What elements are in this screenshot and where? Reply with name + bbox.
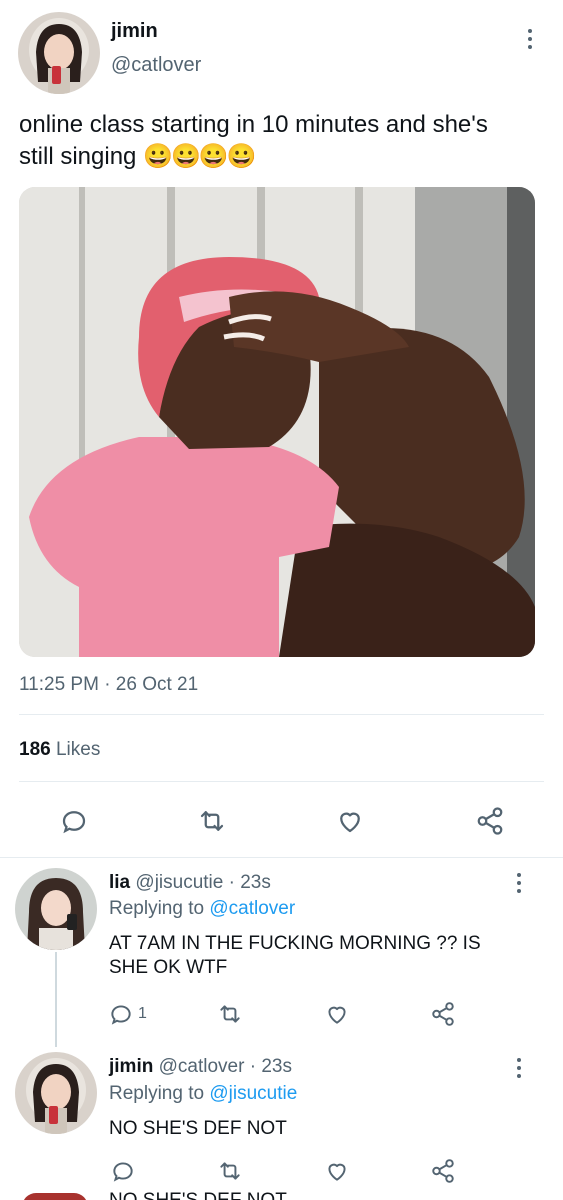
divider [19, 714, 544, 715]
reply-header: jimin @catlover · 23s [109, 1056, 292, 1078]
share-button[interactable] [473, 804, 507, 838]
replying-to-handle[interactable]: @catlover [209, 898, 295, 919]
thread-line [55, 952, 57, 1047]
retweet-icon [200, 811, 224, 831]
more-icon [528, 29, 532, 33]
replying-to: Replying to @jisucutie [109, 1083, 297, 1105]
share-button[interactable] [428, 1000, 458, 1028]
reply-name[interactable]: jimin [109, 1056, 153, 1077]
next-reply-text-partial: NO SHE'S DEF NOT [109, 1190, 287, 1200]
reply-name[interactable]: lia [109, 872, 130, 893]
reply-handle[interactable]: @jisucutie [135, 872, 223, 893]
retweet-button[interactable] [195, 804, 229, 838]
replying-to-handle[interactable]: @jisucutie [209, 1083, 297, 1104]
tweet-text-line2: still singing [19, 143, 137, 170]
share-icon [432, 1159, 454, 1183]
like-button[interactable] [322, 1157, 352, 1185]
reply-icon [111, 1005, 131, 1025]
reply-icon [113, 1162, 133, 1182]
like-button[interactable] [333, 804, 367, 838]
reply-text: AT 7AM IN THE FUCKING MORNING ?? IS SHE … [109, 933, 481, 978]
more-icon [517, 1058, 521, 1062]
reply-header: lia @jisucutie · 23s [109, 872, 271, 894]
divider [19, 781, 544, 782]
retweet-button[interactable] [215, 1000, 245, 1028]
reply-button[interactable] [108, 1157, 138, 1185]
likes-count: 186 [19, 739, 51, 760]
reply-count: 1 [138, 1005, 147, 1022]
share-icon [477, 807, 503, 835]
author-name[interactable]: jimin [111, 20, 158, 43]
like-button[interactable] [322, 1000, 352, 1028]
tweet-image[interactable] [19, 187, 535, 657]
author-handle[interactable]: @catlover [111, 54, 201, 77]
emoji-group: 😀😀😀😀 [143, 143, 257, 170]
more-options-button[interactable] [518, 24, 542, 54]
tweet-text: online class starting in 10 minutes and … [19, 109, 549, 173]
like-icon [328, 1006, 346, 1024]
more-icon [517, 873, 521, 877]
reply-text: NO SHE'S DEF NOT [109, 1118, 287, 1139]
reply-time[interactable]: · 23s [250, 1056, 292, 1077]
share-button[interactable] [428, 1157, 458, 1185]
replying-label: Replying to [109, 1083, 205, 1104]
retweet-icon [220, 1162, 240, 1180]
retweet-button[interactable] [215, 1157, 245, 1185]
divider [0, 857, 563, 858]
retweet-icon [220, 1005, 240, 1023]
reply-button[interactable] [57, 804, 91, 838]
tweet-timestamp[interactable]: 11:25 PM · 26 Oct 21 [19, 674, 198, 696]
author-avatar[interactable] [18, 12, 100, 94]
reply-avatar[interactable] [15, 868, 97, 950]
replying-to: Replying to @catlover [109, 898, 295, 920]
reply-more-button[interactable] [507, 1053, 531, 1083]
tweet-text-line1: online class starting in 10 minutes and … [19, 111, 488, 138]
reply-icon [62, 811, 86, 834]
next-avatar-partial[interactable] [22, 1193, 88, 1200]
reply-more-button[interactable] [507, 868, 531, 898]
share-icon [432, 1002, 454, 1026]
like-icon [328, 1163, 346, 1181]
replying-label: Replying to [109, 898, 205, 919]
reply-time[interactable]: · 23s [229, 872, 271, 893]
reply-button[interactable]: 1 [108, 1000, 154, 1028]
reply-handle[interactable]: @catlover [159, 1056, 245, 1077]
likes-stat[interactable]: 186 Likes [19, 739, 100, 761]
reply-avatar[interactable] [15, 1052, 97, 1134]
like-icon [340, 812, 360, 833]
likes-label: Likes [55, 739, 101, 760]
